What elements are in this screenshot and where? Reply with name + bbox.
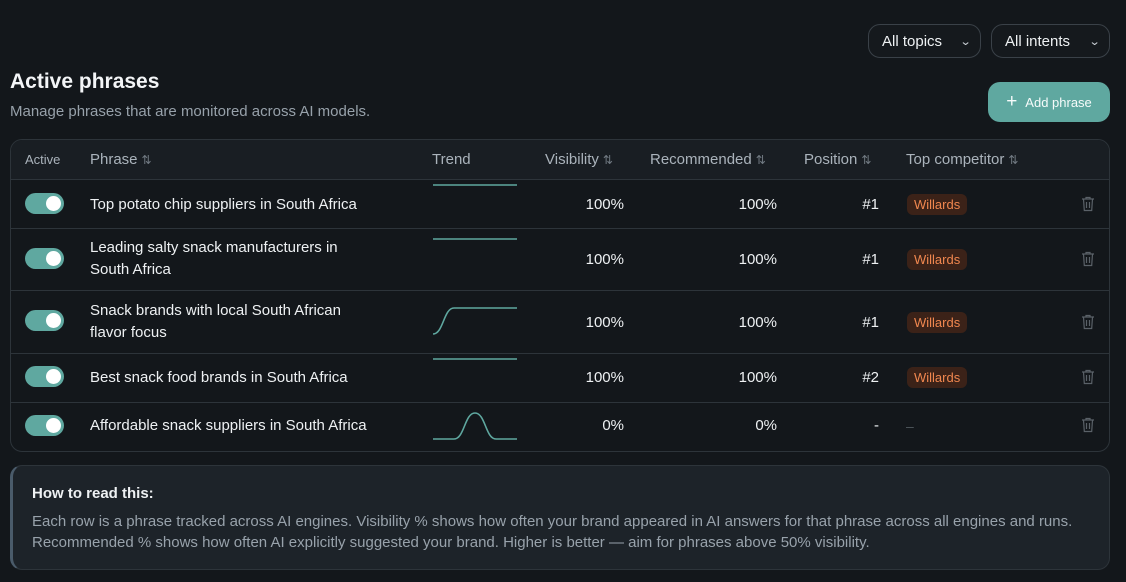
column-header-visibility[interactable]: Visibility ⇅: [545, 140, 613, 180]
recommended-value: 0%: [755, 417, 777, 434]
visibility-value: 100%: [585, 196, 624, 213]
trash-icon[interactable]: [1081, 314, 1095, 330]
recommended-value: 100%: [738, 314, 777, 331]
phrase-text: Snack brands with local South African fl…: [90, 302, 341, 341]
table-row: Best snack food brands in South Africa 1…: [11, 354, 1109, 403]
visibility-value: 100%: [585, 314, 624, 331]
column-header-visibility-label: Visibility: [545, 151, 599, 168]
trend-sparkline: [433, 184, 517, 186]
add-phrase-button[interactable]: + Add phrase: [988, 82, 1110, 122]
intents-select[interactable]: All intents ⌄: [991, 24, 1110, 58]
toggle-knob: [46, 196, 61, 211]
sort-arrows-icon: ⇅: [861, 153, 872, 167]
help-callout: How to read this: Each row is a phrase t…: [10, 465, 1110, 570]
visibility-value: 100%: [585, 251, 624, 268]
column-header-recommended[interactable]: Recommended ⇅: [650, 140, 766, 180]
position-value: #2: [862, 369, 879, 386]
active-toggle[interactable]: [25, 248, 64, 269]
competitor-badge: Willards: [907, 249, 968, 270]
column-header-position[interactable]: Position ⇅: [804, 140, 871, 180]
help-title: How to read this:: [32, 485, 154, 502]
filter-bar: All topics ⌄ All intents ⌄: [868, 24, 1110, 58]
trash-icon[interactable]: [1081, 417, 1095, 433]
active-toggle[interactable]: [25, 193, 64, 214]
recommended-value: 100%: [738, 196, 777, 213]
competitor-empty: –: [906, 418, 914, 434]
recommended-value: 100%: [738, 369, 777, 386]
plus-icon: +: [1006, 90, 1018, 112]
competitor-badge: Willards: [907, 367, 968, 388]
toggle-knob: [46, 251, 61, 266]
phrase-text: Top potato chip suppliers in South Afric…: [90, 196, 357, 213]
toggle-knob: [46, 313, 61, 328]
competitor-badge: Willards: [907, 312, 968, 333]
page-title: Active phrases: [10, 70, 160, 93]
table-row: Leading salty snack manufacturers in Sou…: [11, 229, 1109, 291]
sort-arrows-icon: ⇅: [602, 153, 613, 167]
trend-sparkline: [433, 412, 517, 440]
visibility-value: 0%: [602, 417, 624, 434]
column-header-trend: Trend: [432, 151, 471, 168]
column-header-position-label: Position: [804, 151, 858, 168]
column-header-phrase[interactable]: Phrase ⇅: [90, 140, 152, 180]
visibility-value: 100%: [585, 369, 624, 386]
trend-sparkline: [433, 238, 517, 240]
toggle-knob: [46, 418, 61, 433]
topics-select-value: All topics: [882, 32, 943, 50]
table-header: Active Phrase ⇅ Trend Visibility ⇅ Recomme…: [11, 140, 1109, 180]
chevron-down-icon: ⌄: [1088, 35, 1101, 48]
column-header-active: Active: [25, 152, 61, 167]
position-value: #1: [862, 196, 879, 213]
column-header-phrase-label: Phrase: [90, 151, 138, 168]
table-row: Snack brands with local South African fl…: [11, 291, 1109, 354]
add-phrase-label: Add phrase: [1025, 94, 1092, 110]
active-toggle[interactable]: [25, 310, 64, 331]
position-value: -: [874, 417, 879, 434]
position-value: #1: [862, 251, 879, 268]
topics-select[interactable]: All topics ⌄: [868, 24, 981, 58]
trend-sparkline: [433, 307, 517, 335]
phrase-text: Affordable snack suppliers in South Afri…: [90, 417, 367, 434]
help-body: Each row is a phrase tracked across AI e…: [32, 513, 1073, 551]
phrase-text: Leading salty snack manufacturers in Sou…: [90, 239, 338, 278]
table-row: Affordable snack suppliers in South Afri…: [11, 403, 1109, 451]
trend-sparkline: [433, 358, 517, 360]
sort-arrows-icon: ⇅: [755, 153, 766, 167]
toggle-knob: [46, 369, 61, 384]
sort-arrows-icon: ⇅: [141, 153, 152, 167]
position-value: #1: [862, 314, 879, 331]
active-toggle[interactable]: [25, 415, 64, 436]
phrase-text: Best snack food brands in South Africa: [90, 369, 348, 386]
table-row: Top potato chip suppliers in South Afric…: [11, 180, 1109, 229]
intents-select-value: All intents: [1005, 32, 1071, 50]
competitor-badge: Willards: [907, 194, 968, 215]
trash-icon[interactable]: [1081, 369, 1095, 385]
column-header-top-competitor-label: Top competitor: [906, 151, 1005, 168]
trend-line: [433, 412, 517, 440]
column-header-recommended-label: Recommended: [650, 151, 752, 168]
recommended-value: 100%: [738, 251, 777, 268]
trash-icon[interactable]: [1081, 251, 1095, 267]
trend-line: [433, 307, 517, 335]
trash-icon[interactable]: [1081, 196, 1095, 212]
phrases-table: Active Phrase ⇅ Trend Visibility ⇅ Recomme…: [10, 139, 1110, 452]
column-header-top-competitor[interactable]: Top competitor ⇅: [906, 140, 1018, 180]
sort-arrows-icon: ⇅: [1008, 153, 1019, 167]
chevron-down-icon: ⌄: [959, 35, 972, 48]
active-toggle[interactable]: [25, 366, 64, 387]
page-subtitle: Manage phrases that are monitored across…: [10, 103, 371, 120]
